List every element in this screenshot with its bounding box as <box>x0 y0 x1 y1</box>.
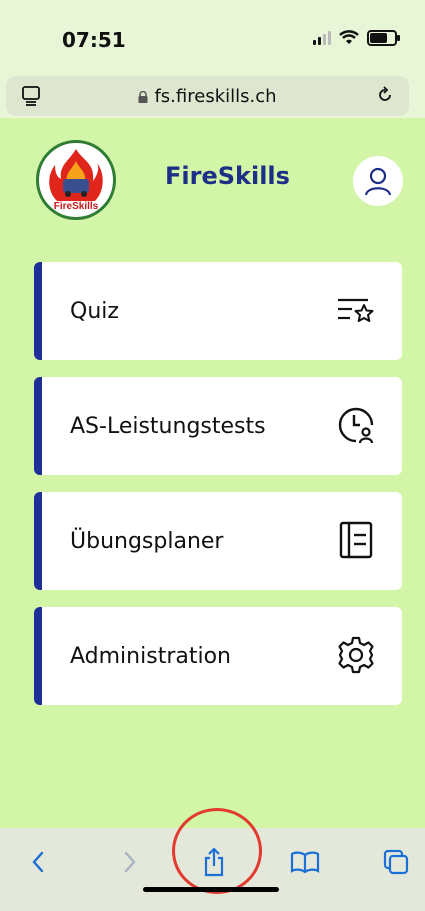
url-bar[interactable]: fs.fireskills.ch <box>6 76 409 116</box>
planner-icon <box>339 521 373 559</box>
wifi-icon <box>339 30 359 44</box>
page-content: FireSkills FireSkills Quiz AS-Leistungst… <box>0 118 425 828</box>
back-icon <box>32 851 44 873</box>
menu-item-label: AS-Leistungstests <box>70 413 266 439</box>
forward-button[interactable] <box>112 844 148 880</box>
menu-item-label: Administration <box>70 643 231 669</box>
list-star-icon <box>338 298 374 322</box>
signal-icon <box>313 31 331 45</box>
app-title: FireSkills <box>165 162 290 190</box>
lock-icon <box>138 91 148 103</box>
status-icons <box>313 30 400 46</box>
status-time: 07:51 <box>62 28 126 52</box>
menu-item-uebungsplaner[interactable]: Übungsplaner <box>34 492 402 590</box>
clock-user-icon <box>338 407 374 444</box>
menu-item-label: Übungsplaner <box>70 528 224 554</box>
fireskills-logo[interactable]: FireSkills <box>36 140 116 220</box>
forward-icon <box>124 851 136 873</box>
profile-button[interactable] <box>353 156 403 206</box>
logo-graphic: FireSkills <box>49 149 103 212</box>
gear-icon <box>338 636 374 674</box>
bookmarks-button[interactable] <box>287 844 323 880</box>
user-icon <box>364 167 392 196</box>
menu-item-label: Quiz <box>70 298 119 324</box>
status-bar: 07:51 <box>0 0 425 76</box>
logo-wordmark: FireSkills <box>54 201 99 212</box>
menu-item-administration[interactable]: Administration <box>34 607 402 705</box>
highlight-circle <box>172 808 262 894</box>
menu-item-quiz[interactable]: Quiz <box>34 262 402 360</box>
bookmarks-icon <box>290 851 320 874</box>
back-button[interactable] <box>20 844 56 880</box>
main-menu: Quiz AS-Leistungstests Übungsplaner Admi… <box>34 262 402 722</box>
tabs-button[interactable] <box>378 844 414 880</box>
battery-icon <box>367 30 400 46</box>
home-indicator <box>143 887 279 892</box>
url-text: fs.fireskills.ch <box>154 86 277 107</box>
reload-icon[interactable] <box>375 85 395 105</box>
menu-item-leistungstests[interactable]: AS-Leistungstests <box>34 377 402 475</box>
tabs-icon <box>383 849 409 875</box>
url-display[interactable]: fs.fireskills.ch <box>6 86 409 107</box>
